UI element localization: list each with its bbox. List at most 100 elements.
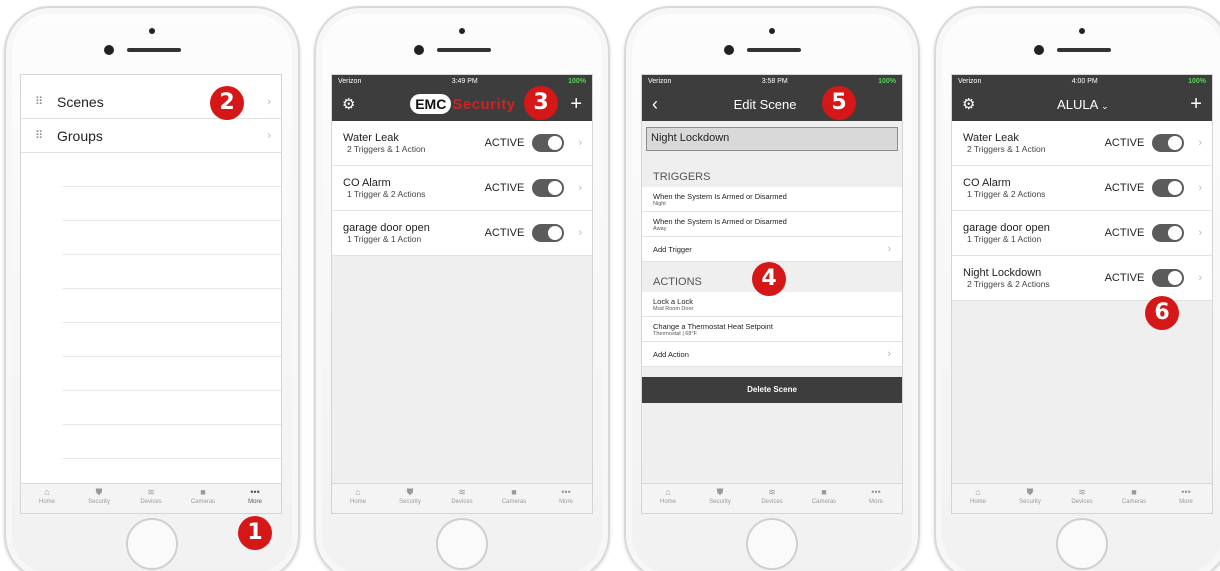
- scene-toggle[interactable]: [532, 134, 565, 152]
- scene-text: CO Alarm 1 Trigger & 2 Actions: [343, 177, 485, 199]
- trigger-text: When the System Is Armed or Disarmed Awa…: [653, 217, 891, 232]
- tab-security[interactable]: ⛊ Security: [1004, 484, 1056, 513]
- scene-row[interactable]: Night Lockdown 2 Triggers & 2 Actions AC…: [952, 256, 1212, 301]
- wifi-icon: ≋: [147, 487, 155, 497]
- tab-label: Devices: [1071, 499, 1093, 505]
- groups-icon: ⠿: [35, 130, 44, 142]
- tab-security[interactable]: ⛊ Security: [384, 484, 436, 513]
- scene-row[interactable]: CO Alarm 1 Trigger & 2 Actions ACTIVE ›: [952, 166, 1212, 211]
- battery-label: 100%: [568, 77, 586, 85]
- scene-toggle[interactable]: [532, 179, 565, 197]
- scene-text: Water Leak 2 Triggers & 1 Action: [343, 132, 485, 154]
- home-button[interactable]: [746, 518, 798, 570]
- trigger-sub: Night: [653, 200, 666, 207]
- home-button[interactable]: [126, 518, 178, 570]
- trigger-row[interactable]: When the System Is Armed or Disarmed Awa…: [642, 212, 902, 237]
- tab-cameras[interactable]: ■ Cameras: [1108, 484, 1160, 513]
- tab-more[interactable]: ••• More: [850, 484, 902, 513]
- scene-row[interactable]: Water Leak 2 Triggers & 1 Action ACTIVE …: [952, 121, 1212, 166]
- tab-more[interactable]: ••• More: [540, 484, 592, 513]
- tab-label: Security: [399, 499, 421, 505]
- add-action-row[interactable]: Add Action ›: [642, 342, 902, 367]
- tab-label: Home: [969, 499, 986, 505]
- scene-row[interactable]: garage door open 1 Trigger & 1 Action AC…: [332, 211, 592, 256]
- tab-label: Cameras: [1121, 499, 1147, 505]
- scene-toggle[interactable]: [1152, 269, 1185, 287]
- scene-toggle[interactable]: [1152, 224, 1185, 242]
- tab-label: Cameras: [190, 499, 216, 505]
- scene-summary: 2 Triggers & 1 Action: [347, 144, 426, 154]
- empty-row: [63, 357, 281, 391]
- scene-text: garage door open 1 Trigger & 1 Action: [343, 222, 485, 244]
- chevron-right-icon: ›: [578, 137, 582, 149]
- tab-more[interactable]: ••• More: [229, 484, 281, 513]
- tab-home[interactable]: ⌂ Home: [952, 484, 1004, 513]
- scene-row[interactable]: garage door open 1 Trigger & 1 Action AC…: [952, 211, 1212, 256]
- add-action-label: Add Action: [653, 349, 689, 359]
- action-row[interactable]: Change a Thermostat Heat Setpoint Thermo…: [642, 317, 902, 342]
- wifi-icon: ≋: [768, 487, 776, 497]
- scene-summary: 1 Trigger & 2 Actions: [347, 189, 426, 199]
- action-row[interactable]: Lock a Lock Mud Room Door: [642, 292, 902, 317]
- chevron-right-icon: ›: [887, 348, 891, 360]
- carrier-label: Verizon: [958, 77, 982, 85]
- tab-home[interactable]: ⌂ Home: [642, 484, 694, 513]
- top-spacer: [21, 75, 281, 85]
- tab-devices[interactable]: ≋ Devices: [125, 484, 177, 513]
- scene-name-field[interactable]: Night Lockdown: [646, 127, 898, 151]
- add-trigger-row[interactable]: Add Trigger ›: [642, 237, 902, 262]
- battery-label: 100%: [1188, 77, 1206, 85]
- chevron-right-icon: ›: [887, 243, 891, 255]
- scene-toggle[interactable]: [1152, 179, 1185, 197]
- phone-scenes-emc: Verizon 3:49 PM 100% ⚙ EMC Security + Wa…: [314, 6, 610, 571]
- camera-icon: ■: [200, 487, 206, 497]
- scene-status: ACTIVE: [1104, 137, 1145, 149]
- more-list: ⠿ Scenes › ⠿ Groups ›: [21, 75, 281, 513]
- scene-toggle[interactable]: [532, 224, 565, 242]
- earpiece-speaker: [127, 48, 181, 52]
- scene-row[interactable]: Water Leak 2 Triggers & 1 Action ACTIVE …: [332, 121, 592, 166]
- empty-row: [63, 289, 281, 323]
- tab-security[interactable]: ⛊ Security: [694, 484, 746, 513]
- chevron-right-icon: ›: [1198, 137, 1202, 149]
- trigger-text: When the System Is Armed or Disarmed Nig…: [653, 192, 891, 207]
- tab-label: Devices: [451, 499, 473, 505]
- tab-devices[interactable]: ≋ Devices: [436, 484, 488, 513]
- back-chevron-icon[interactable]: ‹: [652, 94, 658, 115]
- scene-status: ACTIVE: [484, 182, 525, 194]
- home-button[interactable]: [436, 518, 488, 570]
- tab-home[interactable]: ⌂ Home: [332, 484, 384, 513]
- carrier-label: Verizon: [648, 77, 672, 85]
- gear-icon[interactable]: ⚙: [342, 95, 355, 113]
- tab-cameras[interactable]: ■ Cameras: [488, 484, 540, 513]
- empty-row: [63, 221, 281, 255]
- scene-toggle[interactable]: [1152, 134, 1185, 152]
- scene-status: ACTIVE: [484, 137, 525, 149]
- tab-label: Devices: [140, 499, 162, 505]
- home-button[interactable]: [1056, 518, 1108, 570]
- tab-bar: ⌂ Home ⛊ Security ≋ Devices ■ Cameras ••• Mor…: [642, 483, 902, 513]
- tab-label: More: [248, 499, 262, 505]
- delete-scene-button[interactable]: Delete Scene: [642, 377, 902, 403]
- tab-devices[interactable]: ≋ Devices: [1056, 484, 1108, 513]
- logo-emc: EMC: [410, 94, 452, 114]
- more-item-groups[interactable]: ⠿ Groups ›: [21, 119, 281, 153]
- status-bar: Verizon 3:49 PM 100%: [332, 75, 592, 87]
- account-selector[interactable]: ALULA ⌄: [1057, 97, 1109, 112]
- empty-row: [63, 323, 281, 357]
- tab-devices[interactable]: ≋ Devices: [746, 484, 798, 513]
- tab-more[interactable]: ••• More: [1160, 484, 1212, 513]
- add-scene-button[interactable]: +: [570, 94, 582, 114]
- add-scene-button[interactable]: +: [1190, 94, 1202, 114]
- gear-icon[interactable]: ⚙: [962, 95, 975, 113]
- scene-name: Water Leak: [343, 132, 399, 144]
- scene-row[interactable]: CO Alarm 1 Trigger & 2 Actions ACTIVE ›: [332, 166, 592, 211]
- trigger-row[interactable]: When the System Is Armed or Disarmed Nig…: [642, 187, 902, 212]
- tab-home[interactable]: ⌂ Home: [21, 484, 73, 513]
- chevron-right-icon: ›: [1198, 182, 1202, 194]
- scene-name: garage door open: [343, 222, 430, 234]
- tab-cameras[interactable]: ■ Cameras: [798, 484, 850, 513]
- scene-summary: 1 Trigger & 1 Action: [967, 234, 1042, 244]
- tab-security[interactable]: ⛊ Security: [73, 484, 125, 513]
- tab-cameras[interactable]: ■ Cameras: [177, 484, 229, 513]
